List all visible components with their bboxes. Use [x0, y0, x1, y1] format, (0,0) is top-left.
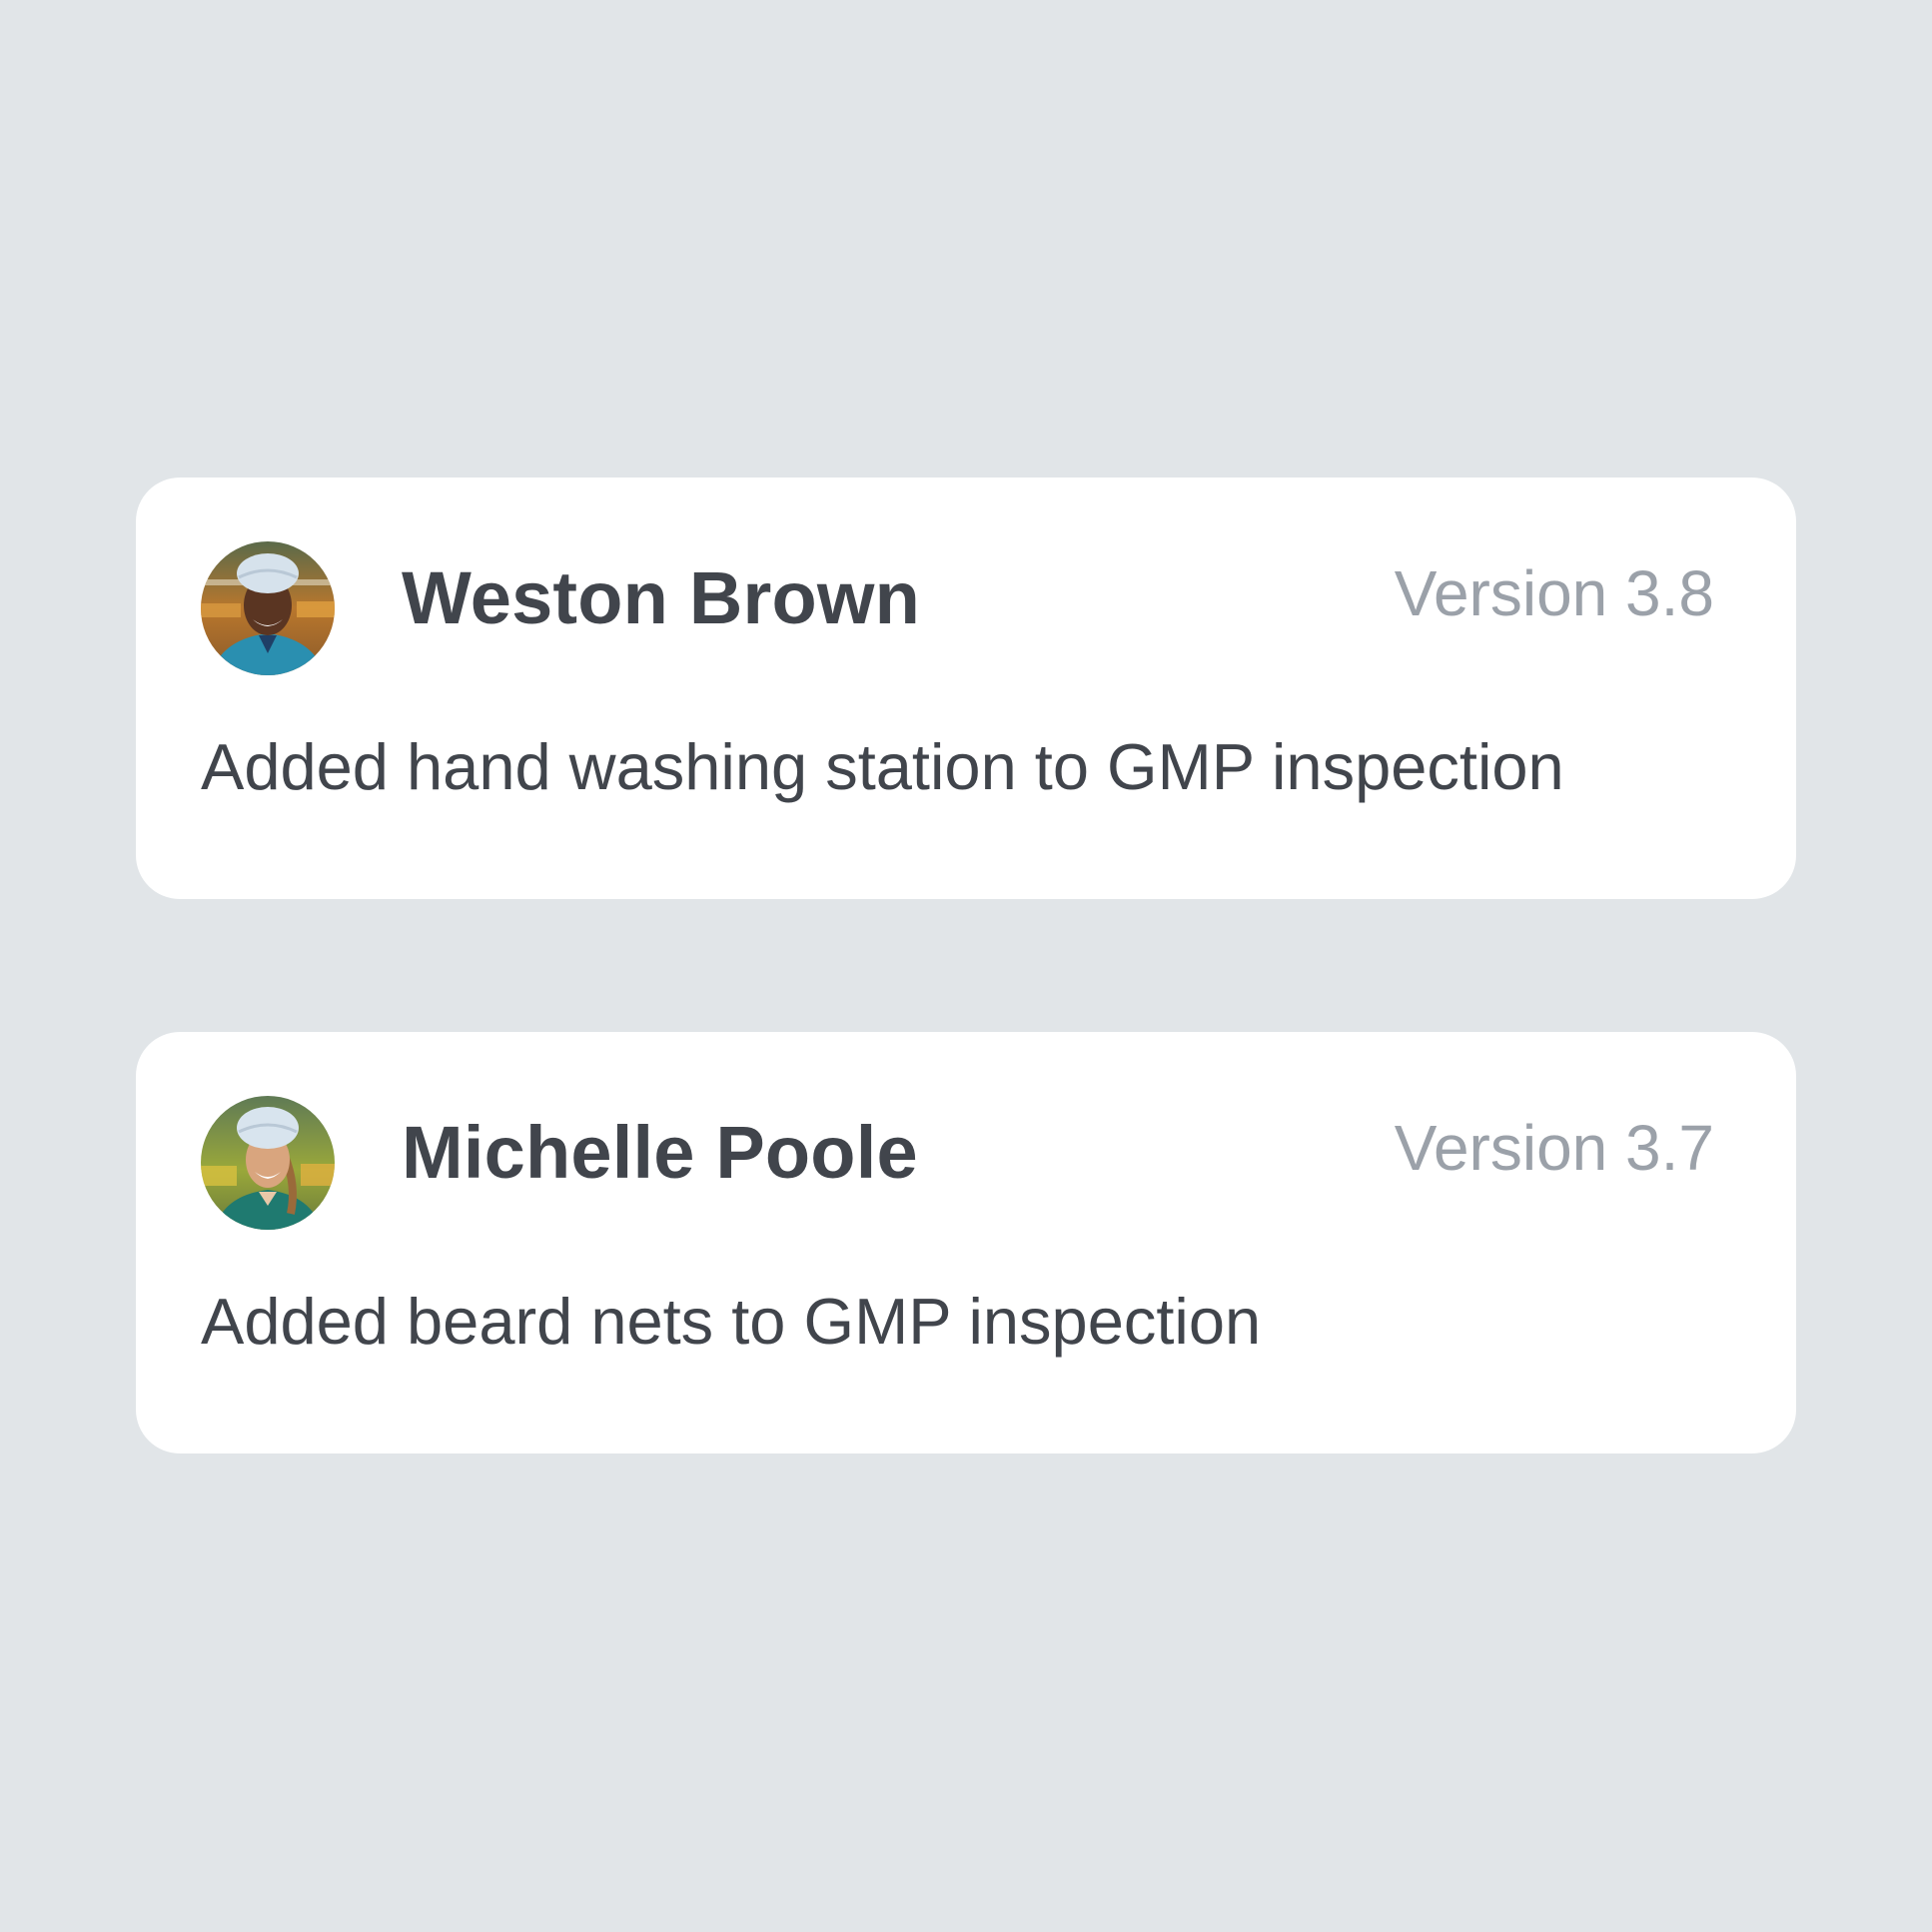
author-name: Weston Brown — [402, 556, 921, 639]
change-description: Added beard nets to GMP inspection — [201, 1285, 1262, 1358]
version-history-card[interactable]: Weston Brown Version 3.8 Added hand wash… — [136, 478, 1796, 899]
version-label: Version 3.7 — [1394, 1112, 1714, 1184]
user-avatar-icon — [201, 541, 335, 675]
change-description: Added hand washing station to GMP inspec… — [201, 730, 1564, 803]
version-history-card[interactable]: Michelle Poole Version 3.7 Added beard n… — [136, 1032, 1796, 1453]
author-name: Michelle Poole — [402, 1111, 918, 1194]
version-label: Version 3.8 — [1394, 557, 1714, 629]
user-avatar-icon — [201, 1096, 335, 1230]
